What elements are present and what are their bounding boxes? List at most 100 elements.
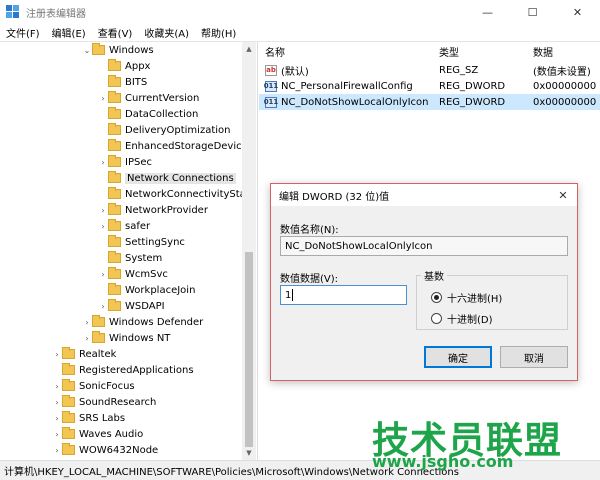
folder-icon xyxy=(62,427,75,439)
watermark-url: www.jsgho.com xyxy=(372,452,514,471)
value-name-field: NC_DoNotShowLocalOnlyIcon xyxy=(280,236,568,256)
edit-dword-dialog: 编辑 DWORD (32 位)值 ✕ 数值名称(N): NC_DoNotShow… xyxy=(270,183,578,381)
tree-item-networkconnectivitystatus[interactable]: NetworkConnectivityStatu xyxy=(98,186,256,202)
chevron-right-icon[interactable]: › xyxy=(98,94,108,103)
folder-icon xyxy=(108,91,121,103)
value-row-donotshowlocalonlyicon[interactable]: 011 NC_DoNotShowLocalOnlyIcon REG_DWORD … xyxy=(259,94,600,110)
folder-icon xyxy=(62,363,75,375)
tree-item-soundresearch[interactable]: › SoundResearch xyxy=(52,394,156,410)
tree-item-windows-defender[interactable]: › Windows Defender xyxy=(82,314,203,330)
value-data-input[interactable]: 1 xyxy=(280,285,407,305)
tree-item-enhancedstoragedevices[interactable]: EnhancedStorageDevices xyxy=(98,138,253,154)
chevron-right-icon[interactable]: › xyxy=(98,158,108,167)
column-header-data[interactable]: 数据 xyxy=(527,42,553,60)
menu-view[interactable]: 查看(V) xyxy=(92,25,139,40)
maximize-button[interactable]: ☐ xyxy=(510,0,555,24)
tree-item-network-connections[interactable]: Network Connections xyxy=(98,170,236,186)
tree-item-windows-nt[interactable]: › Windows NT xyxy=(82,330,170,346)
scroll-up-icon[interactable]: ▲ xyxy=(242,42,256,56)
chevron-right-icon[interactable]: › xyxy=(82,334,92,343)
folder-icon xyxy=(108,75,121,87)
tree-item-datacollection[interactable]: DataCollection xyxy=(98,106,198,122)
dialog-title-bar: 编辑 DWORD (32 位)值 ✕ xyxy=(271,184,577,206)
chevron-right-icon[interactable]: › xyxy=(98,206,108,215)
tree-item-workplacejoin[interactable]: WorkplaceJoin xyxy=(98,282,195,298)
chevron-right-icon[interactable]: › xyxy=(98,270,108,279)
value-data-label: 数值数据(V): xyxy=(280,274,339,285)
folder-icon xyxy=(108,267,121,279)
registry-editor-icon xyxy=(6,5,20,19)
tree-item-networkprovider[interactable]: › NetworkProvider xyxy=(98,202,208,218)
folder-icon xyxy=(108,187,121,199)
folder-icon xyxy=(62,411,75,423)
tree-item-safer[interactable]: › safer xyxy=(98,218,150,234)
radio-unselected-icon[interactable] xyxy=(431,313,442,324)
ok-button[interactable]: 确定 xyxy=(424,346,492,368)
tree-item-wsdapi[interactable]: › WSDAPI xyxy=(98,298,165,314)
menu-favorites[interactable]: 收藏夹(A) xyxy=(138,25,195,40)
chevron-right-icon[interactable]: › xyxy=(52,446,62,455)
tree-item-bits[interactable]: BITS xyxy=(98,74,147,90)
folder-icon xyxy=(108,123,121,135)
tree-item-sonicfocus[interactable]: › SonicFocus xyxy=(52,378,135,394)
tree-item-appx[interactable]: Appx xyxy=(98,58,150,74)
close-button[interactable]: ✕ xyxy=(555,0,600,24)
radio-decimal[interactable]: 十进制(D) xyxy=(431,311,493,326)
folder-icon xyxy=(92,315,105,327)
chevron-right-icon[interactable]: › xyxy=(98,222,108,231)
scroll-thumb[interactable] xyxy=(245,252,253,447)
tree-scrollbar[interactable]: ▲ ▼ xyxy=(242,42,256,460)
dword-value-icon: 011 xyxy=(263,80,279,92)
text-caret xyxy=(292,289,294,301)
radio-selected-icon[interactable] xyxy=(431,292,442,303)
tree-item-registeredapplications[interactable]: RegisteredApplications xyxy=(52,362,194,378)
tree-item-srs-labs[interactable]: › SRS Labs xyxy=(52,410,125,426)
chevron-right-icon[interactable]: › xyxy=(98,302,108,311)
folder-icon xyxy=(108,107,121,119)
minimize-button[interactable]: — xyxy=(465,0,510,24)
tree-item-waves-audio[interactable]: › Waves Audio xyxy=(52,426,143,442)
folder-icon xyxy=(108,155,121,167)
radio-hexadecimal[interactable]: 十六进制(H) xyxy=(431,290,502,305)
column-header-name[interactable]: 名称 xyxy=(259,42,285,60)
folder-icon xyxy=(108,59,121,71)
menu-file[interactable]: 文件(F) xyxy=(0,25,46,40)
tree-item-currentversion[interactable]: › CurrentVersion xyxy=(98,90,199,106)
folder-icon xyxy=(108,235,121,247)
folder-icon xyxy=(108,219,121,231)
tree-item-wcmsvc[interactable]: › WcmSvc xyxy=(98,266,168,282)
chevron-right-icon[interactable]: › xyxy=(52,382,62,391)
folder-icon xyxy=(108,299,121,311)
value-row-personalfirewallconfig[interactable]: 011 NC_PersonalFirewallConfig REG_DWORD … xyxy=(259,78,600,94)
tree-item-wow6432node[interactable]: › WOW6432Node xyxy=(52,442,158,458)
scroll-down-icon[interactable]: ▼ xyxy=(242,446,256,460)
chevron-right-icon[interactable]: › xyxy=(52,398,62,407)
dialog-close-button[interactable]: ✕ xyxy=(549,184,577,206)
menu-help[interactable]: 帮助(H) xyxy=(195,25,242,40)
chevron-right-icon[interactable]: › xyxy=(52,350,62,359)
tree-item-ipsec[interactable]: › IPSec xyxy=(98,154,152,170)
chevron-right-icon[interactable]: › xyxy=(52,414,62,423)
registry-tree[interactable]: ⌄ Windows Appx BITS › CurrentVersion Dat… xyxy=(0,42,258,460)
menu-edit[interactable]: 编辑(E) xyxy=(46,25,92,40)
cancel-button[interactable]: 取消 xyxy=(500,346,568,368)
string-value-icon: ab xyxy=(265,64,277,76)
tree-item-realtek[interactable]: › Realtek xyxy=(52,346,116,362)
folder-icon xyxy=(108,203,121,215)
menu-bar: 文件(F) 编辑(E) 查看(V) 收藏夹(A) 帮助(H) xyxy=(0,24,600,42)
chevron-down-icon[interactable]: ⌄ xyxy=(82,46,92,55)
tree-item-settingsync[interactable]: SettingSync xyxy=(98,234,185,250)
folder-icon xyxy=(62,443,75,455)
window-title: 注册表编辑器 xyxy=(26,8,86,20)
folder-icon xyxy=(108,139,121,151)
tree-item-deliveryoptimization[interactable]: DeliveryOptimization xyxy=(98,122,230,138)
column-header-type[interactable]: 类型 xyxy=(433,42,459,60)
value-row-default[interactable]: ab (默认) REG_SZ (数值未设置) xyxy=(259,62,600,78)
folder-icon xyxy=(108,283,121,295)
tree-item-windows[interactable]: ⌄ Windows xyxy=(82,42,154,58)
chevron-right-icon[interactable]: › xyxy=(52,430,62,439)
dialog-title: 编辑 DWORD (32 位)值 xyxy=(279,191,390,203)
title-bar: 注册表编辑器 — ☐ ✕ xyxy=(0,0,600,24)
tree-item-system[interactable]: System xyxy=(98,250,162,266)
chevron-right-icon[interactable]: › xyxy=(82,318,92,327)
